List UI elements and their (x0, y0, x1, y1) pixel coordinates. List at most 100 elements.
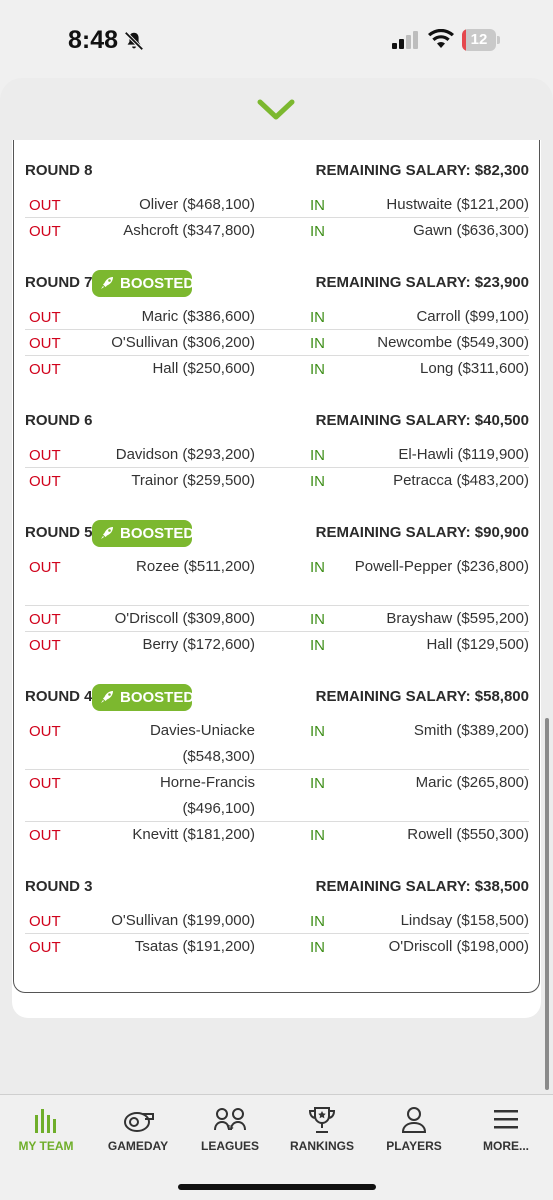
in-label: IN (310, 611, 325, 628)
out-player-name: Berry ($172,600) (142, 636, 255, 653)
rocket-icon (101, 527, 113, 539)
home-indicator (178, 1184, 376, 1190)
remaining-salary: REMAINING SALARY: $23,900 (315, 274, 529, 291)
cellular-signal-icon (392, 31, 418, 49)
boosted-label: BOOSTED (120, 689, 195, 706)
in-player-name: El-Hawli ($119,900) (398, 446, 529, 463)
trade-row: OUT Rozee ($511,200) IN Powell-Pepper ($236… (25, 554, 529, 606)
out-player-name: O'Sullivan ($199,000) (111, 912, 255, 929)
in-player-name: Gawn ($636,300) (413, 222, 529, 239)
out-player-name: Oliver ($468,100) (139, 196, 255, 213)
trade-row: OUT Berry ($172,600) IN Hall ($129,500) (25, 632, 529, 658)
battery-level: 12 (470, 31, 488, 48)
remaining-salary: REMAINING SALARY: $82,300 (315, 162, 529, 179)
remaining-salary: REMAINING SALARY: $90,900 (315, 524, 529, 541)
out-player-name: Knevitt ($181,200) (132, 826, 255, 843)
trophy-icon (305, 1105, 339, 1135)
remaining-salary: REMAINING SALARY: $38,500 (315, 878, 529, 895)
out-label: OUT (29, 361, 61, 378)
trade-row: OUT Tsatas ($191,200) IN O'Driscoll ($198,0… (25, 934, 529, 960)
out-label: OUT (29, 827, 61, 844)
wifi-icon (428, 29, 454, 48)
boosted-badge: BOOSTED (92, 520, 194, 547)
round-header: ROUND 4 BOOSTED REMAINING SALARY: $58,800 (25, 684, 529, 712)
round-title: ROUND 4 (25, 688, 93, 705)
round-header: ROUND 7 BOOSTED REMAINING SALARY: $23,900 (25, 270, 529, 298)
trade-row: OUT Davidson ($293,200) IN El-Hawli ($119,9… (25, 442, 529, 468)
in-player-name: Long ($311,600) (420, 360, 529, 377)
in-player-name: Powell-Pepper ($236,800) (354, 558, 529, 575)
out-label: OUT (29, 775, 61, 792)
out-label: OUT (29, 723, 61, 740)
whistle-icon (121, 1105, 155, 1135)
nav-item-my-team[interactable]: MY TEAM (0, 1095, 92, 1175)
nav-item-rankings[interactable]: RANKINGS (276, 1095, 368, 1175)
round-title: ROUND 3 (25, 878, 93, 895)
boosted-label: BOOSTED (120, 275, 195, 292)
out-label: OUT (29, 611, 61, 628)
out-player-name: O'Driscoll ($309,800) (114, 610, 255, 627)
menu-icon (489, 1105, 523, 1135)
nav-label: MORE... (482, 1139, 529, 1153)
round-title: ROUND 7 (25, 274, 93, 291)
in-player-name: Smith ($389,200) (413, 722, 529, 739)
rocket-icon (101, 691, 113, 703)
out-player-name: Rozee ($511,200) (136, 558, 255, 575)
out-player-name: Horne-Francis ($496,100) (159, 774, 255, 817)
in-label: IN (310, 223, 325, 240)
battery-icon: 12 (462, 29, 500, 51)
nav-label: RANKINGS (289, 1139, 354, 1153)
svg-text:vs: vs (227, 1124, 235, 1131)
nav-label: GAMEDAY (107, 1139, 169, 1153)
trade-row: OUT Oliver ($468,100) IN Hustwaite ($121,20… (25, 192, 529, 218)
trade-row: OUT Knevitt ($181,200) IN Rowell ($550,300) (25, 822, 529, 848)
in-player-name: Newcombe ($549,300) (377, 334, 529, 351)
round-title: ROUND 8 (25, 162, 93, 179)
boosted-badge: BOOSTED (92, 270, 195, 297)
user-icon (397, 1105, 431, 1135)
nav-item-more[interactable]: MORE... (460, 1095, 552, 1175)
trade-history-card[interactable]: ROUND 8 REMAINING SALARY: $82,300 OUT Olive… (13, 140, 540, 993)
trade-row: OUT Ashcroft ($347,800) IN Gawn ($636,300) (25, 218, 529, 244)
in-label: IN (310, 335, 325, 352)
out-label: OUT (29, 939, 61, 956)
status-time: 8:48 (68, 26, 119, 54)
nav-item-leagues[interactable]: vs LEAGUES (184, 1095, 276, 1175)
nav-label: PLAYERS (386, 1139, 442, 1153)
in-label: IN (310, 309, 325, 326)
in-player-name: O'Driscoll ($198,000) (388, 938, 529, 955)
trade-row: OUT Hall ($250,600) IN Long ($311,600) (25, 356, 529, 382)
in-label: IN (310, 473, 325, 490)
out-label: OUT (29, 447, 61, 464)
versus-icon: vs (213, 1105, 247, 1135)
trade-row: OUT Davies-Uniacke ($548,300) IN Smith ($38… (25, 718, 529, 770)
trade-row: OUT O'Sullivan ($199,000) IN Lindsay ($158,… (25, 908, 529, 934)
scrollbar[interactable] (545, 718, 549, 1090)
round-title: ROUND 6 (25, 412, 93, 429)
in-player-name: Brayshaw ($595,200) (386, 610, 529, 627)
out-label: OUT (29, 637, 61, 654)
nav-item-gameday[interactable]: GAMEDAY (92, 1095, 184, 1175)
remaining-salary: REMAINING SALARY: $40,500 (315, 412, 529, 429)
bar-chart-icon (29, 1105, 63, 1135)
in-label: IN (310, 939, 325, 956)
out-player-name: O'Sullivan ($306,200) (111, 334, 255, 351)
round-header: ROUND 5 BOOSTED REMAINING SALARY: $90,900 (25, 520, 529, 548)
remaining-salary: REMAINING SALARY: $58,800 (315, 688, 529, 705)
out-player-name: Tsatas ($191,200) (134, 938, 255, 955)
boosted-badge: BOOSTED (92, 684, 195, 711)
in-label: IN (310, 913, 325, 930)
in-player-name: Carroll ($99,100) (416, 308, 529, 325)
nav-item-players[interactable]: PLAYERS (368, 1095, 460, 1175)
bell-off-icon (124, 31, 144, 51)
in-label: IN (310, 197, 325, 214)
out-label: OUT (29, 223, 61, 240)
in-player-name: Maric ($265,800) (415, 774, 529, 791)
in-label: IN (310, 775, 325, 792)
in-player-name: Lindsay ($158,500) (400, 912, 529, 929)
nav-label: LEAGUES (200, 1139, 259, 1153)
trade-row: OUT O'Driscoll ($309,800) IN Brayshaw ($595… (25, 606, 529, 632)
in-label: IN (310, 723, 325, 740)
round-header: ROUND 8 REMAINING SALARY: $82,300 (25, 158, 529, 186)
chevron-down-icon[interactable] (256, 98, 296, 122)
